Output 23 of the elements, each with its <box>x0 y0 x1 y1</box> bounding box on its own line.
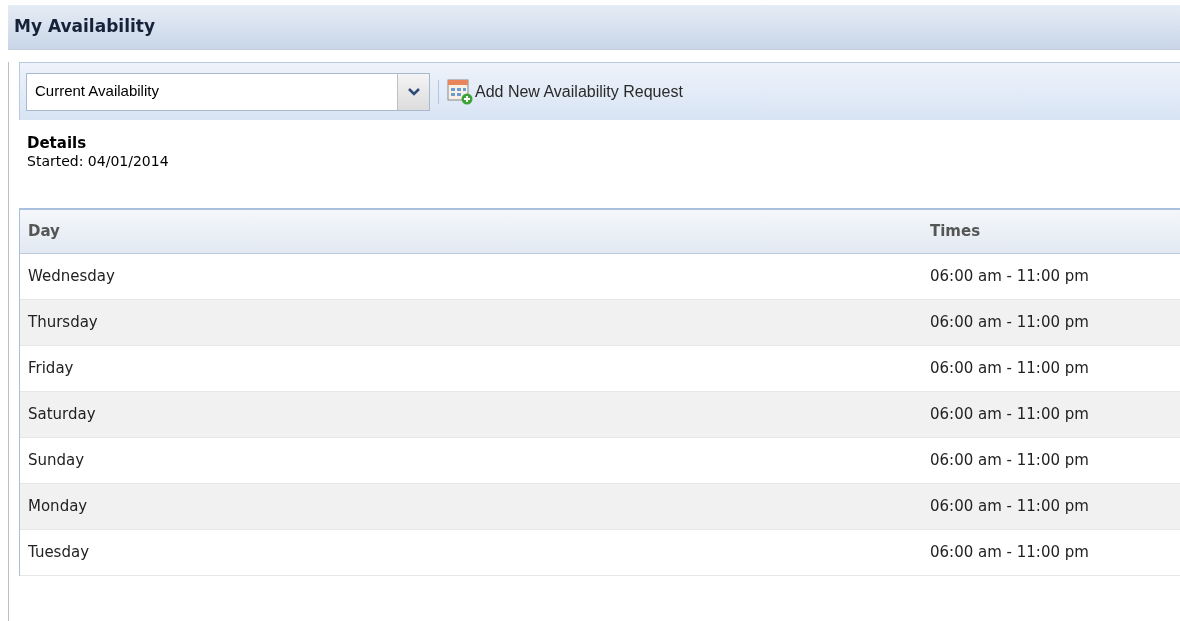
times-cell-text: 06:00 am - 11:00 pm <box>929 496 1089 518</box>
caret-icon <box>397 73 429 110</box>
details-heading: Details <box>27 134 88 152</box>
times-cell-text: 06:00 am - 11:00 pm <box>929 542 1089 564</box>
day-cell-text: Saturday <box>27 404 97 426</box>
times-cell-text: 06:00 am - 11:00 pm <box>929 404 1089 426</box>
add-request-button[interactable]: Add New Availability Request <box>447 78 683 105</box>
day-cell-text: Sunday <box>27 450 86 472</box>
day-cell-text: Monday <box>27 496 89 518</box>
calendar-add-icon <box>447 78 473 105</box>
times-cell-text: 06:00 am - 11:00 pm <box>929 312 1089 334</box>
column-header: Day <box>27 221 61 243</box>
day-cell-text: Wednesday <box>27 266 116 288</box>
view-dropdown[interactable]: Current Availability <box>26 72 430 111</box>
window-title: My Availability <box>14 15 155 39</box>
day-cell-text: Thursday <box>27 312 99 334</box>
times-cell-text: 06:00 am - 11:00 pm <box>929 450 1089 472</box>
column-header: Times <box>929 221 981 243</box>
day-cell-text: Friday <box>27 358 75 380</box>
started-date: Started: 04/01/2014 <box>27 152 170 170</box>
times-cell-text: 06:00 am - 11:00 pm <box>929 266 1089 288</box>
day-cell-text: Tuesday <box>27 542 91 564</box>
times-cell-text: 06:00 am - 11:00 pm <box>929 358 1089 380</box>
